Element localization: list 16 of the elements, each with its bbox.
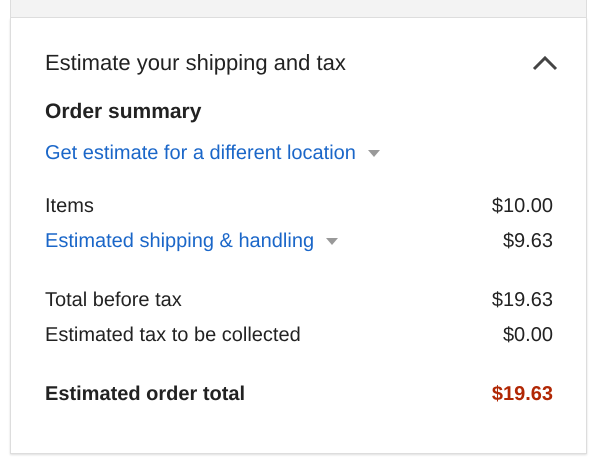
row-label: Total before tax [45, 289, 182, 312]
row-value: $19.63 [492, 383, 553, 406]
location-link[interactable]: Get estimate for a different location [45, 142, 356, 165]
row-value: $10.00 [492, 195, 553, 218]
row-value: $0.00 [502, 324, 553, 347]
summary-heading: Order summary [45, 100, 202, 124]
row-label: Items [45, 195, 94, 218]
row-label: Estimated order total [45, 383, 246, 406]
section-title: Estimate your shipping and tax [45, 50, 346, 76]
caret-icon[interactable] [326, 238, 338, 246]
row-value: $19.63 [492, 289, 553, 312]
chevron-icon[interactable] [532, 55, 558, 71]
caret-icon[interactable] [368, 150, 380, 158]
row-value: $9.63 [502, 230, 553, 253]
row-label: Estimated tax to be collected [45, 324, 301, 347]
shipping-link[interactable]: Estimated shipping & handling [45, 230, 314, 253]
